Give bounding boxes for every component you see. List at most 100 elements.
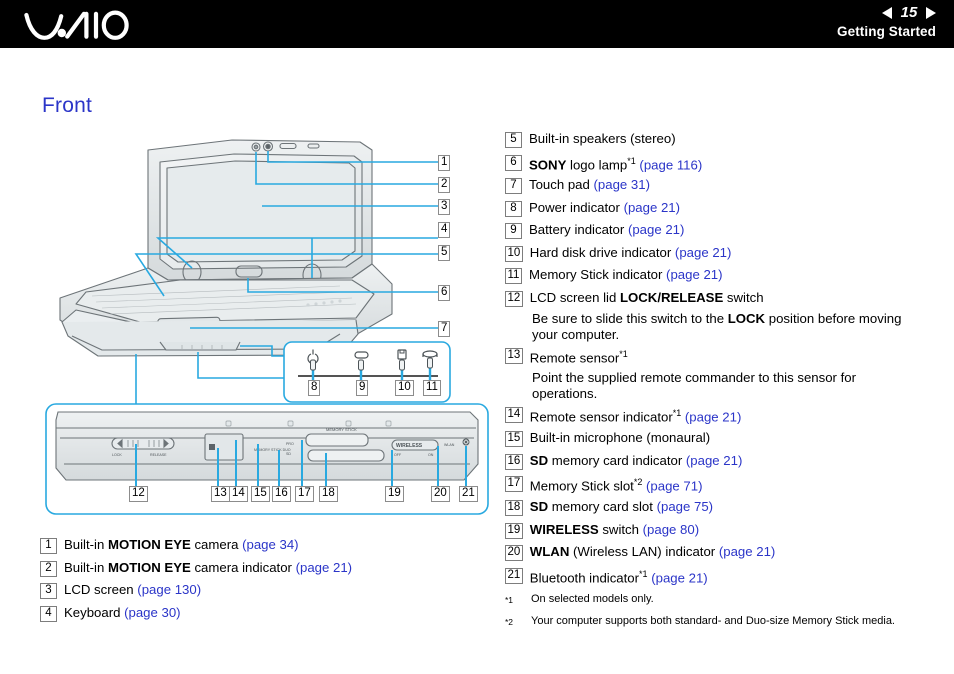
item-number: 1 [40,538,57,554]
item-12-note: Be sure to slide this switch to the LOCK… [532,311,902,342]
item-13-note: Point the supplied remote commander to t… [532,370,856,401]
callout-1: 1 [438,155,451,171]
page-number: 15 [900,4,918,21]
list-item: 4 Keyboard (page 30) [40,605,500,622]
item-text: SONY logo lamp*1 (page 116) [529,155,703,172]
footnote: *2 Your computer supports both standard-… [505,614,945,629]
list-item: 1 Built-in MOTION EYE camera (page 34) [40,537,500,554]
list-item: 12 LCD screen lid LOCK/RELEASE switch [505,290,945,307]
item-number: 4 [40,605,57,622]
item-text: Bluetooth indicator*1 (page 21) [529,568,708,585]
callout-19: 19 [385,486,404,502]
next-page-arrow-icon[interactable] [926,6,936,19]
item-number: 21 [505,567,523,584]
item-number: 17 [505,476,523,493]
list-item: 15 Built-in microphone (monaural) [505,430,945,448]
list-item: 16 SD memory card indicator (page 21) [505,453,945,470]
callout-9: 9 [356,380,369,396]
footnote: *1 On selected models only. [505,592,945,607]
list-item: 6 SONY logo lamp*1 (page 116) [505,154,945,172]
callout-17: 17 [295,486,314,502]
list-item: 9 Battery indicator (page 21) [505,222,945,240]
item-text: Touch pad (page 31) [529,177,650,193]
callout-5: 5 [438,245,451,261]
callout-15: 15 [251,486,270,502]
callout-10: 10 [395,380,414,396]
callout-18: 18 [319,486,338,502]
footnote-mark: *1 [505,594,514,605]
list-item: 10 Hard disk drive indicator (page 21) [505,245,945,262]
list-item: 11 Memory Stick indicator (page 21) [505,267,945,285]
item-text: LCD screen (page 130) [64,582,202,597]
item-number: 14 [505,407,523,424]
item-text: Built-in microphone (monaural) [529,430,711,446]
item-text: Hard disk drive indicator (page 21) [529,244,732,260]
item-text: Built-in MOTION EYE camera (page 34) [64,537,299,552]
callout-6: 6 [438,285,451,301]
item-text: SD memory card slot (page 75) [529,499,714,515]
item-text: Memory Stick indicator (page 21) [529,267,723,283]
item-number: 15 [505,431,523,448]
page-header: 15 Getting Started [0,0,954,48]
item-number: 16 [505,453,523,470]
chapter-title: Getting Started [836,24,936,39]
item-number: 3 [40,583,57,599]
item-text: Memory Stick slot*2 (page 71) [529,477,703,494]
list-item: 2 Built-in MOTION EYE camera indicator (… [40,560,500,577]
list-item: 21 Bluetooth indicator*1 (page 21) [505,567,945,585]
list-item: 17 Memory Stick slot*2 (page 71) [505,475,945,494]
footnote-text: Your computer supports both standard- an… [531,614,895,627]
item-number: 9 [505,223,522,240]
list-item: 5 Built-in speakers (stereo) [505,131,945,148]
callout-number-overlay: 1 2 3 4 5 6 7 8 9 10 11 12 13 14 15 16 1… [40,128,500,518]
item-number: 8 [505,200,522,217]
item-text: WIRELESS switch (page 80) [529,521,700,537]
left-parts-list: 1 Built-in MOTION EYE camera (page 34) 2… [40,537,500,627]
list-item: 8 Power indicator (page 21) [505,200,945,217]
callout-4: 4 [438,222,451,238]
callout-21: 21 [459,486,478,502]
list-item: 18 SD memory card slot (page 75) [505,499,945,517]
footnote-text: On selected models only. [531,592,654,605]
callout-8: 8 [308,380,321,396]
item-number: 12 [505,290,523,307]
item-number: 11 [505,268,522,285]
list-item: 7 Touch pad (page 31) [505,177,945,195]
item-number: 2 [40,560,57,577]
item-text: Power indicator (page 21) [529,199,681,215]
item-text: Battery indicator (page 21) [529,222,685,238]
list-item: 19 WIRELESS switch (page 80) [505,522,945,539]
callout-13: 13 [211,486,230,502]
item-number: 13 [505,348,523,365]
item-text: Keyboard (page 30) [64,604,181,620]
item-text: SD memory card indicator (page 21) [529,452,743,468]
callout-3: 3 [438,199,451,215]
list-item: 14 Remote sensor indicator*1 (page 21) [505,406,945,425]
item-number: 7 [505,178,522,195]
item-number: 6 [505,154,522,171]
page-title: Front [42,94,93,117]
list-item: 3 LCD screen (page 130) [40,582,500,599]
item-number: 10 [505,245,523,262]
front-view-illustration: LOCK RELEASE MEMORY STICK DUO MEMORY STI… [40,128,500,518]
callout-12: 12 [129,486,148,502]
prev-page-arrow-icon[interactable] [882,6,892,19]
item-text: WLAN (Wireless LAN) indicator (page 21) [529,544,776,560]
item-text: Built-in MOTION EYE camera indicator (pa… [64,559,353,575]
item-number: 5 [505,132,522,148]
item-number: 20 [505,545,523,562]
callout-20: 20 [431,486,450,502]
callout-14: 14 [229,486,248,502]
vaio-logo [24,6,144,42]
item-text: Built-in speakers (stereo) [529,131,676,146]
callout-11: 11 [423,380,441,396]
footnote-mark: *2 [505,616,514,627]
callout-2: 2 [438,177,451,193]
callout-7: 7 [438,321,451,337]
list-item: 20 WLAN (Wireless LAN) indicator (page 2… [505,544,945,562]
list-item: 13 Remote sensor*1 [505,347,945,366]
item-number: 18 [505,500,523,517]
item-text: LCD screen lid LOCK/RELEASE switch [529,289,764,305]
page-navigation[interactable]: 15 [882,5,936,20]
item-text: Remote sensor*1 [529,349,628,366]
